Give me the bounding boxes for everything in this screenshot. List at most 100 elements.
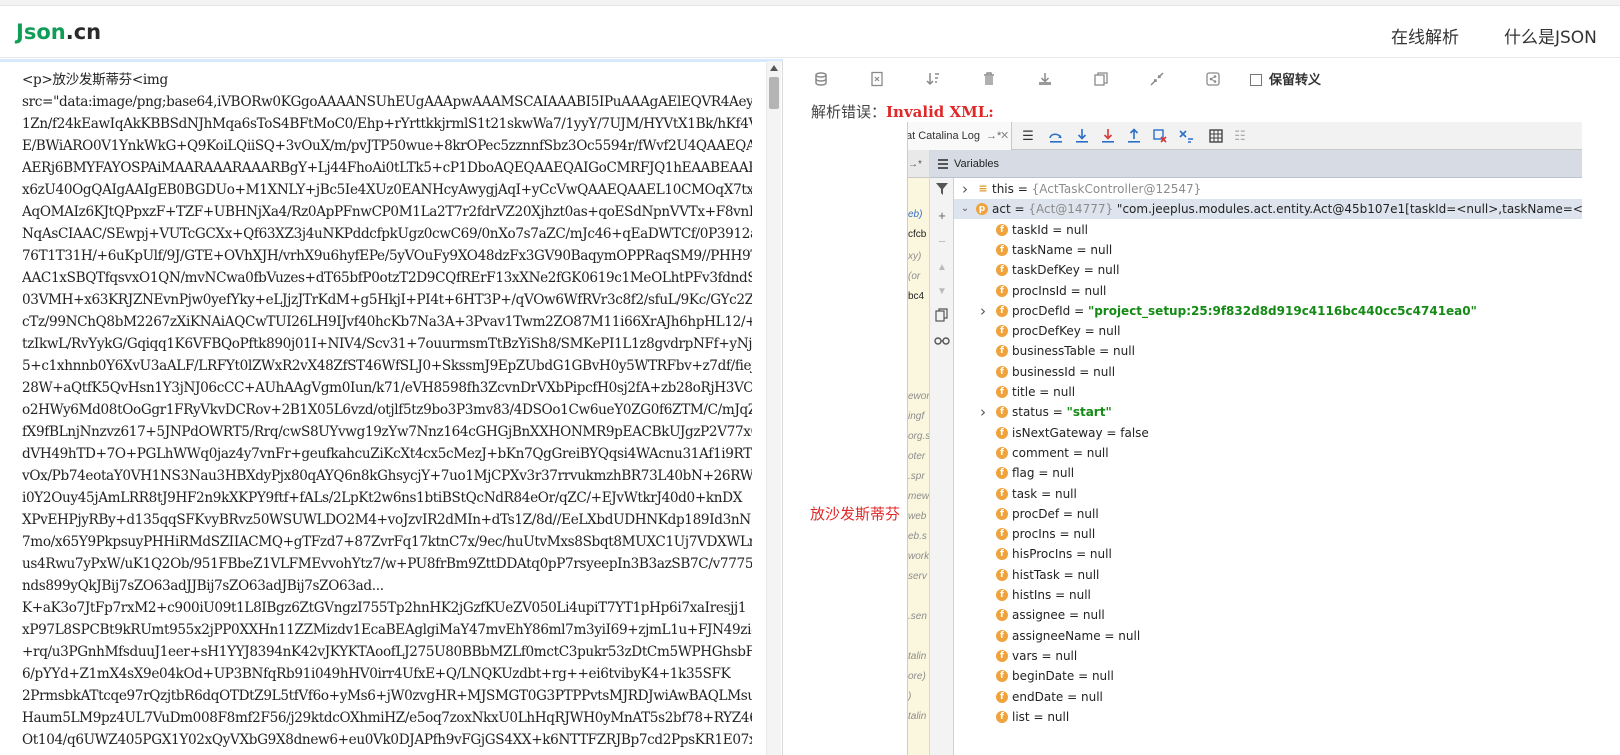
stack-frame-fragment[interactable]: ore) [908, 671, 926, 682]
remove-watch-icon[interactable]: − [934, 234, 950, 250]
add-watch-icon[interactable]: + [934, 208, 950, 224]
database-icon[interactable] [813, 71, 829, 87]
download-icon[interactable] [1037, 71, 1053, 87]
run-to-cursor-icon[interactable] [1178, 128, 1194, 144]
variable-row[interactable]: f title = null [954, 382, 1582, 402]
copy-value-icon[interactable] [934, 308, 950, 324]
drop-frame-icon[interactable] [1152, 128, 1168, 144]
site-logo[interactable]: Json.cn [16, 20, 101, 44]
variable-name-value: histTask = null [1012, 565, 1099, 585]
variable-name-value: act = {Act@14777} "com.jeeplus.modules.a… [992, 199, 1582, 219]
editor-text-area[interactable]: <p>放沙发斯蒂芬<img src="data:image/png;base64,… [22, 69, 752, 755]
variable-row[interactable]: f task = null [954, 484, 1582, 504]
field-icon: f [996, 386, 1008, 398]
variable-row[interactable]: f histIns = null [954, 585, 1582, 605]
glasses-icon[interactable] [934, 334, 950, 350]
stack-frame-fragment[interactable]: cfcb [908, 229, 926, 240]
variable-row[interactable]: f assigneeName = null [954, 626, 1582, 646]
variable-row[interactable]: f histTask = null [954, 565, 1582, 585]
field-icon: f [996, 467, 1008, 480]
logo-json-text: Json [16, 20, 66, 44]
stack-frame-fragment[interactable]: xy) [908, 251, 921, 262]
scroll-up-arrow-icon[interactable] [770, 65, 778, 71]
trash-icon[interactable] [981, 71, 997, 87]
expand-arrow-icon[interactable]: › [978, 402, 988, 422]
variable-row[interactable]: f taskDefKey = null [954, 260, 1582, 280]
variable-row[interactable]: f vars = null [954, 646, 1582, 666]
evaluate-icon[interactable] [1208, 128, 1224, 144]
variables-tree[interactable]: › ≡ this = {ActTaskController@12547} ⌄ p act … [954, 178, 1582, 755]
variable-row[interactable]: f isNextGateway = false [954, 423, 1582, 443]
step-into-icon[interactable] [1074, 128, 1090, 144]
stack-frame-fragment[interactable]: ewor [908, 391, 929, 402]
editor-scrollbar[interactable] [766, 61, 781, 755]
move-up-icon[interactable]: ▲ [934, 260, 950, 276]
nav-what-is-json[interactable]: 什么是JSON [1504, 23, 1597, 48]
variable-row[interactable]: f procDef = null [954, 504, 1582, 524]
stack-frame-fragment[interactable]: ) [908, 691, 911, 702]
variable-name: histTask [1012, 567, 1060, 582]
variable-value: = null [1069, 608, 1105, 623]
expand-arrow-icon[interactable]: › [978, 301, 988, 321]
stack-frame-fragment[interactable]: bc4 [908, 291, 924, 302]
share-icon[interactable] [1205, 71, 1221, 87]
stack-frame-fragment[interactable]: mew [908, 491, 929, 502]
variable-row[interactable]: › f status = "start" [954, 402, 1582, 422]
stack-frame-fragment[interactable]: web [908, 511, 926, 522]
variable-row[interactable]: f taskName = null [954, 240, 1582, 260]
variable-name-value: this = {ActTaskController@12547} [992, 179, 1201, 199]
stack-frame-fragment[interactable]: ingf [908, 411, 924, 422]
variable-row[interactable]: f flag = null [954, 463, 1582, 483]
stack-frame-fragment[interactable]: talin [908, 711, 926, 722]
variable-row[interactable]: f list = null [954, 707, 1582, 727]
menu-lines-icon[interactable]: ☰ [1020, 128, 1036, 144]
variable-row[interactable]: f procIns = null [954, 524, 1582, 544]
variable-name-value: procDef = null [1012, 504, 1099, 524]
stack-frame-fragment[interactable]: .spr [908, 471, 925, 482]
variable-row[interactable]: f businessId = null [954, 362, 1582, 382]
ide-tab-catalina-log[interactable]: at Catalina Log →* ✕ [908, 122, 1012, 150]
force-step-into-icon[interactable] [1100, 128, 1116, 144]
compress-icon[interactable] [1149, 71, 1165, 87]
sort-icon[interactable] [925, 71, 941, 87]
step-out-icon[interactable] [1126, 128, 1142, 144]
variable-row[interactable]: f businessTable = null [954, 341, 1582, 361]
stack-frame-fragment[interactable]: eb.s [908, 531, 927, 542]
trace-stream-icon[interactable]: ☷ [1232, 128, 1248, 144]
expand-arrow-icon[interactable]: › [960, 179, 970, 199]
scrollbar-thumb[interactable] [769, 77, 779, 109]
stack-frame-fragment[interactable]: talin [908, 651, 926, 662]
copy-icon[interactable] [1093, 71, 1109, 87]
variable-row[interactable]: › f procDefId = "project_setup:25:9f832d8d… [954, 301, 1582, 321]
filter-icon[interactable] [934, 182, 950, 198]
step-over-icon[interactable] [1048, 128, 1064, 144]
variable-row[interactable]: f endDate = null [954, 687, 1582, 707]
field-icon: f [996, 426, 1008, 439]
variable-row[interactable]: f procDefKey = null [954, 321, 1582, 341]
stack-frame-fragment[interactable]: eb) [908, 209, 922, 220]
input-editor[interactable]: <p>放沙发斯蒂芬<img src="data:image/png;base64,… [0, 59, 783, 755]
close-icon[interactable]: ✕ [1000, 122, 1009, 150]
variable-row[interactable]: › ≡ this = {ActTaskController@12547} [954, 179, 1582, 199]
stack-frame-fragment[interactable]: org.s [908, 431, 929, 442]
collapse-arrow-icon[interactable]: ⌄ [960, 199, 970, 219]
stack-frame-fragment[interactable]: work [908, 551, 929, 562]
stack-frame-fragment[interactable]: .sen [908, 611, 927, 622]
variable-row[interactable]: f hisProcIns = null [954, 544, 1582, 564]
stack-frame-fragment[interactable]: (or [908, 271, 920, 282]
nav-online-parse[interactable]: 在线解析 [1391, 23, 1459, 48]
variable-row[interactable]: f comment = null [954, 443, 1582, 463]
keep-escape-checkbox[interactable] [1250, 74, 1262, 86]
variable-row[interactable]: f procInsId = null [954, 281, 1582, 301]
move-down-icon[interactable]: ▼ [934, 284, 950, 300]
export-icon[interactable] [869, 71, 885, 87]
variable-row[interactable]: f assignee = null [954, 605, 1582, 625]
keep-escape-toggle[interactable]: 保留转义 [1250, 69, 1321, 88]
editor-line: AERj6BMYFAYOSPAiMAARAAARAAARBgY+Lj44FhoA… [22, 160, 752, 176]
stack-frame-fragment[interactable]: serv [908, 571, 927, 582]
stack-frame-fragment[interactable]: oter [908, 451, 925, 462]
variable-value: = null [1033, 709, 1070, 724]
variable-row[interactable]: f taskId = null [954, 220, 1582, 240]
variable-row[interactable]: f beginDate = null [954, 666, 1582, 686]
variable-row[interactable]: ⌄ p act = {Act@14777} "com.jeeplus.modules… [954, 199, 1582, 220]
